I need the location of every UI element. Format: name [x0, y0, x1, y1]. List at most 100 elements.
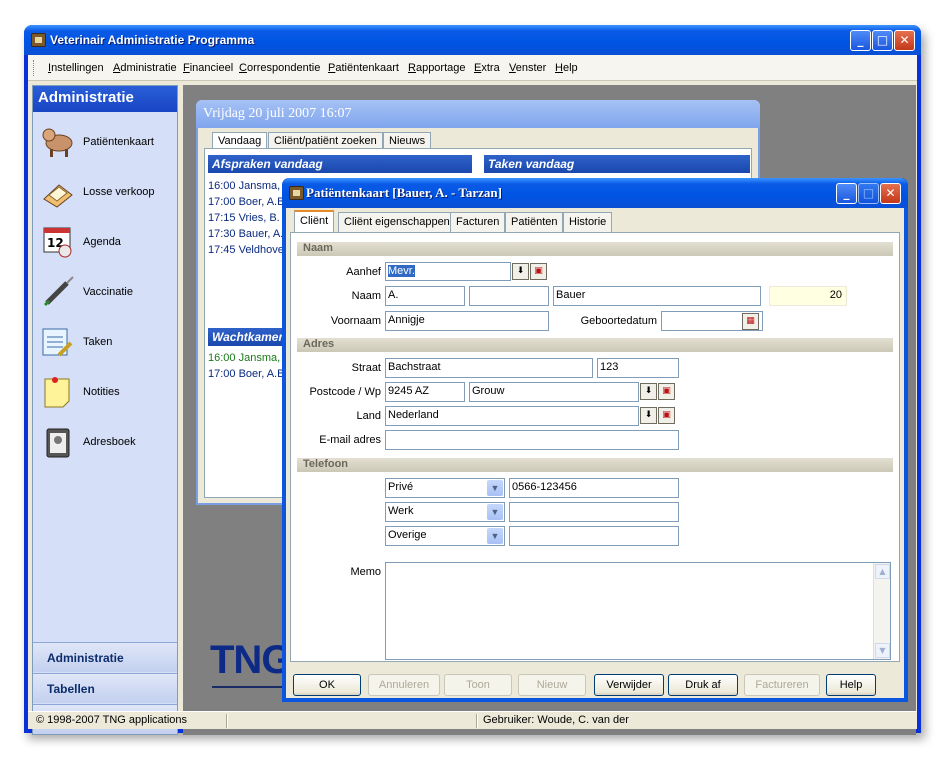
sidebar-item-losse-verkoop[interactable]: Losse verkoop — [41, 173, 175, 213]
label-aanhef: Aanhef — [346, 266, 381, 278]
calendar-icon: 12 — [43, 227, 72, 258]
wachtkamer-item[interactable]: 16:00 Jansma, A. — [208, 352, 288, 364]
label-naam: Naam — [351, 290, 381, 302]
label-postcode: Postcode / Wp — [309, 386, 381, 398]
tab-nieuws[interactable]: Nieuws — [383, 132, 432, 149]
email-input[interactable] — [385, 430, 679, 450]
tab-patienten[interactable]: Patiënten — [505, 212, 564, 232]
status-bar: © 1998-2007 TNG applications Gebruiker: … — [28, 711, 917, 729]
sidebar-item-label: Patiëntenkaart — [83, 136, 154, 148]
afspraak-item[interactable]: 17:30 Bauer, A. — [208, 228, 288, 240]
sidebar-item-adresboek[interactable]: Adresboek — [41, 423, 175, 463]
sidebar-item-vaccinatie[interactable]: Vaccinatie — [41, 273, 175, 313]
voornaam-input[interactable]: Annigje — [385, 311, 549, 331]
chevron-down-icon[interactable]: ▼ — [487, 504, 503, 520]
memo-scrollbar[interactable]: ▲ ▼ — [873, 563, 890, 659]
close-button[interactable]: ✕ — [894, 30, 915, 51]
sidebar-section-administratie[interactable]: Administratie — [33, 642, 177, 672]
calendar-icon[interactable]: ▦ — [742, 313, 759, 330]
maximize-button[interactable]: □ — [872, 30, 893, 51]
tng-logo: TNG — [210, 638, 292, 682]
tab-historie[interactable]: Historie — [563, 212, 613, 232]
patient-titlebar[interactable]: Patiëntenkaart [Bauer, A. - Tarzan] _ □ … — [282, 178, 908, 208]
menu-financieel[interactable]: Financieel — [183, 62, 233, 74]
wachtkamer-item[interactable]: 17:00 Boer, A.B. — [208, 368, 288, 380]
sidebar-item-agenda[interactable]: 12 Agenda — [41, 223, 175, 263]
chevron-down-icon[interactable]: ▼ — [487, 528, 503, 544]
land-input[interactable]: Nederland — [385, 406, 639, 426]
menu-correspondentie[interactable]: Correspondentie — [239, 62, 320, 74]
afspraak-item[interactable]: 16:00 Jansma, A. — [208, 180, 288, 192]
tussenvoegsel-input[interactable] — [469, 286, 549, 306]
straat-input[interactable]: Bachstraat — [385, 358, 593, 378]
ok-button[interactable]: OK — [293, 674, 361, 696]
label-land: Land — [356, 410, 381, 422]
aanhef-input[interactable]: Mevr. — [385, 262, 511, 281]
sidebar-item-taken[interactable]: Taken — [41, 323, 175, 363]
phone-type-select[interactable]: Privé ▼ — [385, 478, 505, 498]
lookup-icon[interactable]: ▣ — [658, 407, 675, 424]
nieuw-button[interactable]: Nieuw — [518, 674, 586, 696]
close-button[interactable]: ✕ — [880, 183, 901, 204]
sidebar-item-notities[interactable]: Notities — [41, 373, 175, 413]
dropdown-icon[interactable]: ⬇ — [640, 407, 657, 424]
sidebar-item-label: Vaccinatie — [83, 286, 133, 298]
afspraak-item[interactable]: 17:15 Vries, B. de — [208, 212, 288, 224]
tab-client[interactable]: Cliënt — [294, 210, 335, 233]
app-icon — [289, 186, 304, 200]
scroll-up-icon[interactable]: ▲ — [875, 564, 890, 579]
afspraak-item[interactable]: 17:00 Boer, A.B. — [208, 196, 288, 208]
client-panel: Naam Aanhef Mevr. ⬇ ▣ Naam A. Bauer 20 V… — [290, 232, 900, 662]
sidebar-item-label: Adresboek — [83, 436, 136, 448]
verwijder-button[interactable]: Verwijder — [594, 674, 664, 696]
menu-administratie[interactable]: Administratie — [113, 62, 177, 74]
druk-af-button[interactable]: Druk af — [668, 674, 738, 696]
dropdown-icon[interactable]: ⬇ — [640, 383, 657, 400]
annuleren-button[interactable]: Annuleren — [368, 674, 440, 696]
lookup-icon[interactable]: ▣ — [658, 383, 675, 400]
scroll-down-icon[interactable]: ▼ — [875, 643, 890, 658]
sidebar-section-tabellen[interactable]: Tabellen — [33, 673, 177, 703]
phone-number-input[interactable] — [509, 502, 679, 522]
chevron-down-icon[interactable]: ▼ — [487, 480, 503, 496]
menu-venster[interactable]: Venster — [509, 62, 546, 74]
help-button[interactable]: Help — [826, 674, 876, 696]
tab-client-eigenschappen[interactable]: Cliënt eigenschappen — [338, 212, 456, 232]
tab-client-zoeken[interactable]: Cliënt/patiënt zoeken — [268, 132, 383, 149]
initialen-input[interactable]: A. — [385, 286, 465, 306]
huisnummer-input[interactable]: 123 — [597, 358, 679, 378]
menu-patientenkaart[interactable]: Patiëntenkaart — [328, 62, 399, 74]
phone-type-select[interactable]: Werk ▼ — [385, 502, 505, 522]
memo-textarea[interactable] — [385, 562, 891, 660]
minimize-button[interactable]: _ — [836, 183, 857, 204]
maximize-button: □ — [858, 183, 879, 204]
toon-button[interactable]: Toon — [444, 674, 512, 696]
phone-type-select[interactable]: Overige ▼ — [385, 526, 505, 546]
sidebar-item-label: Taken — [83, 336, 113, 348]
dropdown-icon[interactable]: ⬇ — [512, 263, 529, 280]
menu-help[interactable]: Help — [555, 62, 578, 74]
lookup-icon[interactable]: ▣ — [530, 263, 547, 280]
woonplaats-input[interactable]: Grouw — [469, 382, 639, 402]
afspraak-item[interactable]: 17:45 Veldhoven — [208, 244, 288, 256]
title-bar[interactable]: Veterinair Administratie Programma _ □ ✕ — [24, 25, 921, 55]
phone-number-input[interactable] — [509, 526, 679, 546]
label-email: E-mail adres — [319, 434, 381, 446]
phone-number-input[interactable]: 0566-123456 — [509, 478, 679, 498]
status-copyright: © 1998-2007 TNG applications — [36, 714, 187, 726]
menu-bar: Instellingen Administratie Financieel Co… — [28, 55, 917, 81]
tab-facturen[interactable]: Facturen — [450, 212, 506, 232]
sidebar-item-patientenkaart[interactable]: Patiëntenkaart — [41, 123, 175, 163]
group-naam: Naam — [297, 242, 893, 256]
menu-instellingen[interactable]: Instellingen — [48, 62, 104, 74]
dashboard-titlebar[interactable]: Vrijdag 20 juli 2007 16:07 — [196, 100, 760, 128]
tab-vandaag[interactable]: Vandaag — [212, 132, 268, 149]
phone-type-value: Privé — [388, 481, 414, 493]
achternaam-input[interactable]: Bauer — [553, 286, 761, 306]
dog-icon — [42, 128, 73, 157]
minimize-button[interactable]: _ — [850, 30, 871, 51]
menu-extra[interactable]: Extra — [474, 62, 500, 74]
factureren-button[interactable]: Factureren — [744, 674, 820, 696]
menu-rapportage[interactable]: Rapportage — [408, 62, 466, 74]
postcode-input[interactable]: 9245 AZ — [385, 382, 465, 402]
